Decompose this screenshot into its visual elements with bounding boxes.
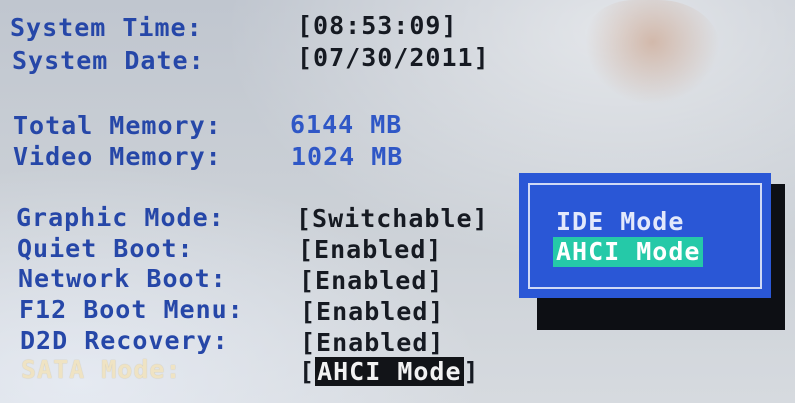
graphic-mode-label: Graphic Mode: [16, 203, 225, 232]
popup-option-ide-mode[interactable]: IDE Mode [556, 209, 684, 234]
sata-mode-current[interactable]: AHCI Mode [315, 357, 464, 386]
system-date-value[interactable]: [07/30/2011] [297, 45, 490, 70]
popup-border [528, 183, 762, 289]
d2d-recovery-value[interactable]: [Enabled] [300, 330, 444, 355]
network-boot-value[interactable]: [Enabled] [299, 268, 443, 293]
system-time-value[interactable]: [08:53:09] [297, 13, 458, 38]
quiet-boot-label: Quiet Boot: [17, 234, 194, 263]
quiet-boot-value[interactable]: [Enabled] [298, 237, 442, 262]
bios-screen: System Time: [08:53:09] System Date: [07… [0, 0, 795, 403]
sata-mode-label: SATA Mode: [21, 355, 182, 384]
screen-reflection [585, 0, 720, 105]
f12-boot-menu-value[interactable]: [Enabled] [300, 299, 444, 324]
system-date-label: System Date: [12, 46, 205, 75]
sata-mode-popup[interactable]: IDE Mode AHCI Mode [519, 173, 771, 298]
network-boot-label: Network Boot: [18, 264, 227, 293]
d2d-recovery-label: D2D Recovery: [20, 326, 229, 355]
graphic-mode-value[interactable]: [Switchable] [296, 206, 489, 231]
total-memory-value: 6144 MB [290, 110, 403, 139]
f12-boot-menu-label: F12 Boot Menu: [19, 295, 244, 324]
system-time-label: System Time: [10, 13, 203, 42]
popup-option-ahci-mode[interactable]: AHCI Mode [553, 237, 704, 267]
sata-mode-bracket-open: [ [299, 357, 316, 386]
video-memory-label: Video Memory: [13, 142, 222, 171]
total-memory-label: Total Memory: [13, 111, 222, 140]
sata-mode-value[interactable]: [AHCI Mode] [299, 357, 480, 386]
sata-mode-bracket-close: ] [463, 357, 480, 386]
video-memory-value: 1024 MB [291, 142, 404, 171]
